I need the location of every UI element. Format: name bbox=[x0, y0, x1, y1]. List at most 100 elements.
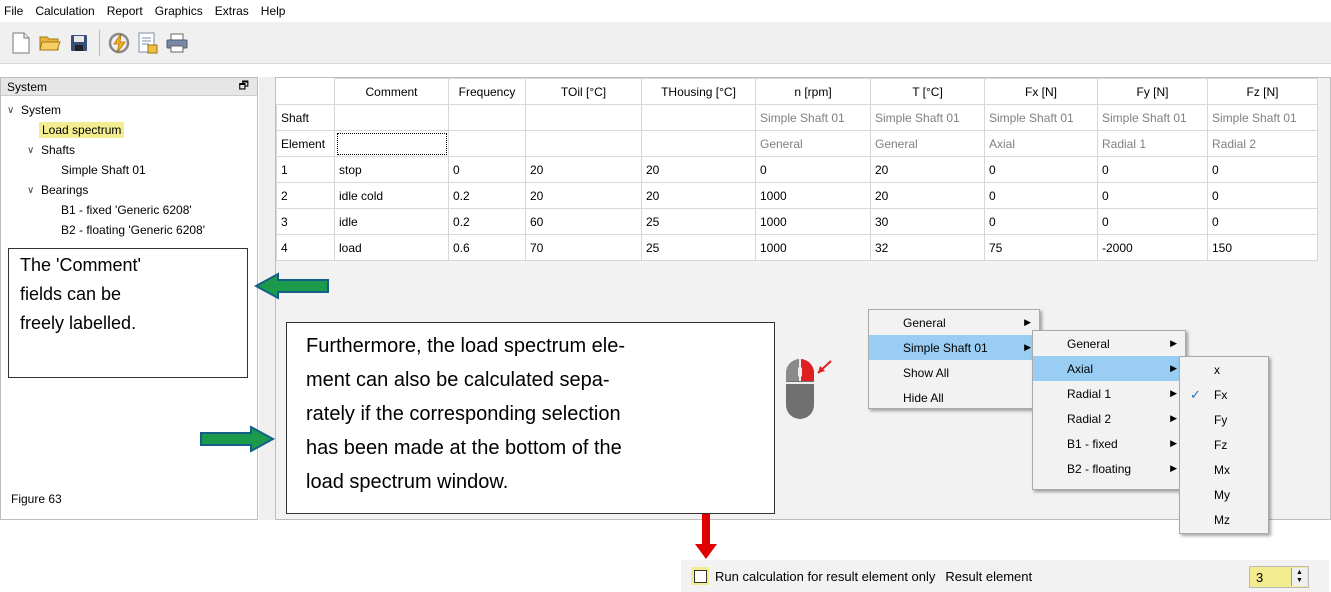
run-calc-checkbox[interactable] bbox=[691, 567, 709, 585]
context-menu-item[interactable]: Simple Shaft 01 ▶ bbox=[869, 335, 1039, 360]
table-cell[interactable]: 20 bbox=[525, 156, 642, 183]
column-header[interactable]: Comment bbox=[334, 78, 449, 105]
submenu-shaft-item[interactable]: Radial 2 ▶ bbox=[1033, 406, 1185, 431]
table-cell[interactable]: 1000 bbox=[755, 208, 871, 235]
table-cell[interactable]: 75 bbox=[984, 234, 1098, 261]
submenu-axial-item[interactable]: Fz bbox=[1180, 432, 1268, 457]
table-cell[interactable]: 30 bbox=[870, 208, 985, 235]
chevron-down-icon[interactable]: ∨ bbox=[7, 105, 21, 116]
table-cell[interactable]: 25 bbox=[641, 234, 756, 261]
column-header[interactable]: Fy [N] bbox=[1097, 78, 1208, 105]
element-cell[interactable]: Axial bbox=[984, 130, 1098, 157]
shaft-cell[interactable]: Simple Shaft 01 bbox=[1207, 104, 1318, 131]
submenu-axial-item[interactable]: Mx bbox=[1180, 457, 1268, 482]
save-icon[interactable] bbox=[68, 31, 90, 55]
column-header[interactable]: Fx [N] bbox=[984, 78, 1098, 105]
menu-report[interactable]: Report bbox=[107, 4, 143, 18]
table-cell[interactable]: 1000 bbox=[755, 234, 871, 261]
table-cell[interactable]: 0 bbox=[448, 156, 526, 183]
calculate-icon[interactable] bbox=[108, 31, 130, 55]
shaft-cell[interactable]: Simple Shaft 01 bbox=[984, 104, 1098, 131]
submenu-shaft-item[interactable]: B1 - fixed ▶ bbox=[1033, 431, 1185, 456]
new-file-icon[interactable] bbox=[10, 31, 32, 55]
table-cell[interactable]: 0 bbox=[1097, 182, 1208, 209]
table-cell[interactable]: 0 bbox=[1207, 156, 1318, 183]
element-cell[interactable]: General bbox=[870, 130, 985, 157]
tree-item-bearings[interactable]: ∨ Bearings bbox=[1, 180, 257, 200]
element-cell[interactable] bbox=[641, 130, 756, 157]
table-cell[interactable]: 0 bbox=[1097, 208, 1208, 235]
table-cell[interactable]: -2000 bbox=[1097, 234, 1208, 261]
element-cell[interactable] bbox=[448, 130, 526, 157]
column-header[interactable]: n [rpm] bbox=[755, 78, 871, 105]
table-cell[interactable]: 0 bbox=[1207, 182, 1318, 209]
table-cell[interactable]: 25 bbox=[641, 208, 756, 235]
tree-item-load-spectrum[interactable]: Load spectrum bbox=[1, 120, 257, 140]
tree-item-shaft[interactable]: Simple Shaft 01 bbox=[1, 160, 257, 180]
open-folder-icon[interactable] bbox=[39, 31, 61, 55]
submenu-shaft-item[interactable]: Radial 1 ▶ bbox=[1033, 381, 1185, 406]
column-header[interactable]: TOil [°C] bbox=[525, 78, 642, 105]
tree-item-system[interactable]: ∨ System bbox=[1, 100, 257, 120]
menu-calculation[interactable]: Calculation bbox=[35, 4, 94, 18]
table-cell[interactable]: 150 bbox=[1207, 234, 1318, 261]
table-cell[interactable]: 70 bbox=[525, 234, 642, 261]
column-header[interactable]: Frequency bbox=[448, 78, 526, 105]
report-icon[interactable] bbox=[137, 31, 159, 55]
tree-item-bearing-b2[interactable]: B2 - floating 'Generic 6208' bbox=[1, 220, 257, 240]
submenu-shaft-item[interactable]: General ▶ bbox=[1033, 331, 1185, 356]
shaft-cell[interactable] bbox=[525, 104, 642, 131]
result-element-spinbox[interactable]: 3 ▲ ▼ bbox=[1249, 566, 1309, 588]
submenu-axial-item[interactable]: Fy bbox=[1180, 407, 1268, 432]
submenu-axial-item[interactable]: Mz bbox=[1180, 507, 1268, 532]
menu-extras[interactable]: Extras bbox=[215, 4, 249, 18]
menu-help[interactable]: Help bbox=[261, 4, 286, 18]
column-header[interactable]: THousing [°C] bbox=[641, 78, 756, 105]
table-cell[interactable]: 0 bbox=[984, 156, 1098, 183]
shaft-cell[interactable] bbox=[334, 104, 449, 131]
menu-file[interactable]: File bbox=[4, 4, 23, 18]
submenu-shaft-item[interactable]: Axial ▶ bbox=[1033, 356, 1185, 381]
element-cell[interactable] bbox=[525, 130, 642, 157]
table-cell[interactable]: 0 bbox=[1207, 208, 1318, 235]
table-cell[interactable]: 60 bbox=[525, 208, 642, 235]
shaft-cell[interactable]: Simple Shaft 01 bbox=[755, 104, 871, 131]
shaft-cell[interactable] bbox=[641, 104, 756, 131]
tree-item-shafts[interactable]: ∨ Shafts bbox=[1, 140, 257, 160]
submenu-axial-item[interactable]: ✓ Fx bbox=[1180, 382, 1268, 407]
spin-arrows-icon[interactable]: ▲ ▼ bbox=[1291, 568, 1307, 586]
element-cell[interactable]: General bbox=[755, 130, 871, 157]
table-cell[interactable]: 1000 bbox=[755, 182, 871, 209]
element-cell[interactable]: Radial 1 bbox=[1097, 130, 1208, 157]
table-cell[interactable]: 0 bbox=[1097, 156, 1208, 183]
submenu-axial-item[interactable]: My bbox=[1180, 482, 1268, 507]
submenu-shaft-item[interactable]: B2 - floating ▶ bbox=[1033, 456, 1185, 481]
table-cell[interactable]: stop bbox=[334, 156, 449, 183]
table-cell[interactable]: 0.2 bbox=[448, 208, 526, 235]
table-cell[interactable]: 20 bbox=[870, 156, 985, 183]
table-cell[interactable]: 0 bbox=[755, 156, 871, 183]
element-cell[interactable]: Radial 2 bbox=[1207, 130, 1318, 157]
print-icon[interactable] bbox=[166, 31, 188, 55]
context-menu-item[interactable]: Show All bbox=[869, 360, 1039, 385]
context-menu-item[interactable]: Hide All bbox=[869, 385, 1039, 410]
table-cell[interactable]: 20 bbox=[641, 182, 756, 209]
shaft-cell[interactable]: Simple Shaft 01 bbox=[870, 104, 985, 131]
chevron-down-icon[interactable]: ∨ bbox=[27, 185, 41, 196]
table-cell[interactable]: 0.2 bbox=[448, 182, 526, 209]
table-cell[interactable]: idle cold bbox=[334, 182, 449, 209]
table-cell[interactable]: 0.6 bbox=[448, 234, 526, 261]
context-menu-item[interactable]: General ▶ bbox=[869, 310, 1039, 335]
menu-graphics[interactable]: Graphics bbox=[155, 4, 203, 18]
table-cell[interactable]: 20 bbox=[870, 182, 985, 209]
chevron-down-icon[interactable]: ∨ bbox=[27, 145, 41, 156]
result-element-value[interactable]: 3 bbox=[1256, 570, 1291, 585]
submenu-axial-item[interactable]: x bbox=[1180, 357, 1268, 382]
table-cell[interactable]: idle bbox=[334, 208, 449, 235]
shaft-cell[interactable] bbox=[448, 104, 526, 131]
table-cell[interactable]: 20 bbox=[641, 156, 756, 183]
table-cell[interactable]: 32 bbox=[870, 234, 985, 261]
table-cell[interactable]: load bbox=[334, 234, 449, 261]
table-cell[interactable]: 0 bbox=[984, 182, 1098, 209]
column-header[interactable]: Fz [N] bbox=[1207, 78, 1318, 105]
